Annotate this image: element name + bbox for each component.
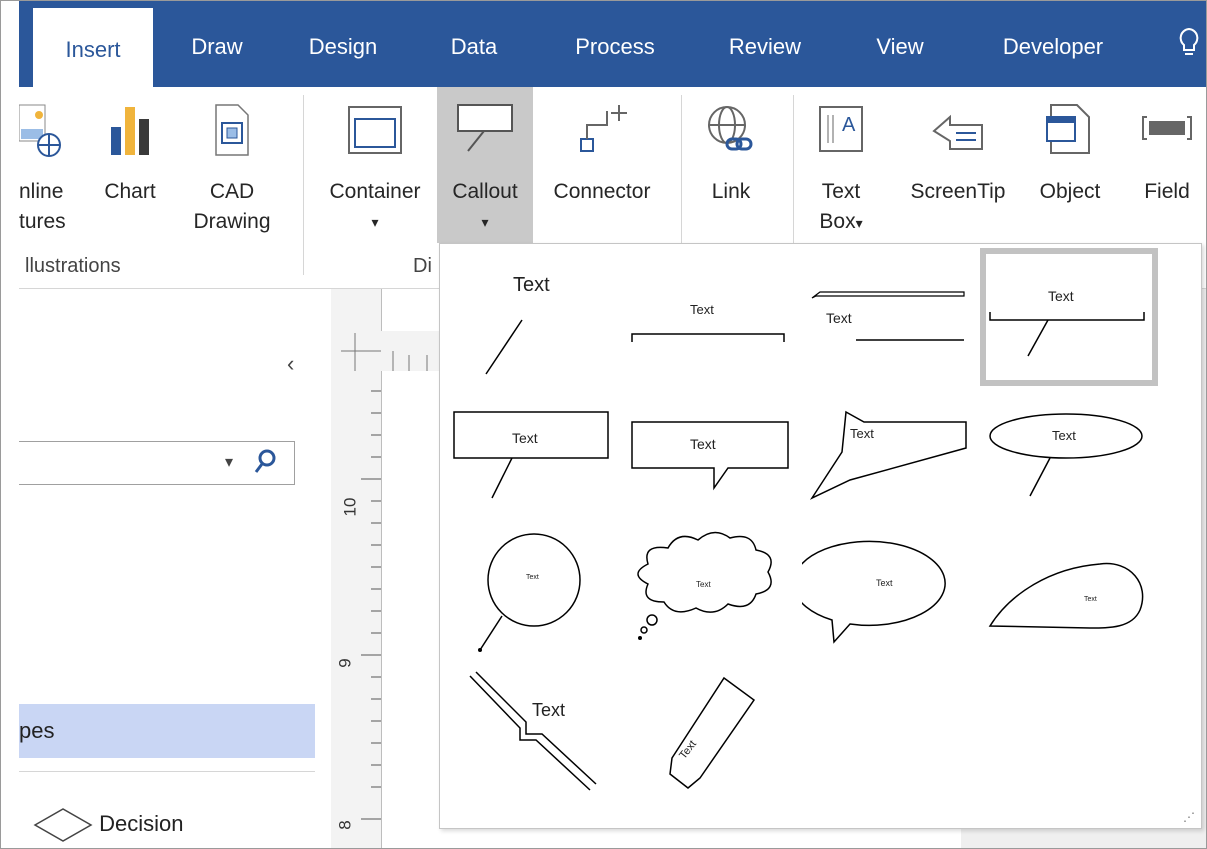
group-divider [303, 95, 304, 275]
callout-gallery: Text Text Text Text Text Text Text Text … [439, 243, 1202, 829]
callout-angled[interactable]: Text [802, 400, 972, 510]
field-icon [1142, 116, 1192, 140]
online-pictures-button[interactable]: nline tures [19, 101, 81, 251]
callout-tag[interactable]: Text [624, 664, 794, 804]
tab-insert[interactable]: Insert [33, 1, 153, 88]
connector-button[interactable]: Connector [537, 101, 667, 237]
dropdown-arrow-icon: ▾ [855, 215, 863, 231]
group-label-diagram-parts: Di [413, 255, 432, 277]
callout-speech-oval[interactable]: Text [802, 524, 972, 664]
search-icon[interactable] [253, 448, 277, 476]
cad-drawing-button[interactable]: CAD Drawing [177, 101, 287, 251]
tab-design[interactable]: Design [295, 1, 391, 87]
callout-speech-rectangle[interactable]: Text [624, 400, 794, 510]
callout-rectangle[interactable]: Text [440, 400, 620, 510]
search-dropdown-arrow-icon[interactable]: ▾ [225, 452, 233, 472]
collapse-pane-chevron-icon[interactable]: ‹ [287, 351, 294, 377]
shapes-pane: ‹ ▾ pes Decision [19, 289, 317, 848]
ruler-ticks [361, 368, 381, 820]
callout-oval[interactable]: Text [980, 400, 1158, 510]
ruler-label: 9 [335, 658, 355, 668]
tab-view[interactable]: View [865, 1, 935, 87]
ruler-label: 10 [340, 497, 360, 517]
dropdown-arrow-icon: ▾ [371, 214, 379, 230]
callout-button[interactable]: Callout ▾ [437, 87, 533, 243]
online-pictures-icon [19, 104, 61, 157]
vertical-ruler [331, 289, 382, 848]
divider [19, 771, 315, 772]
drawing-canvas[interactable] [382, 371, 442, 848]
cad-drawing-icon [215, 104, 249, 156]
container-button[interactable]: Container ▾ [315, 101, 435, 237]
callout-bracket-line-selected[interactable]: Text [980, 248, 1158, 386]
callout-teardrop[interactable]: Text [980, 524, 1158, 664]
callout-bracket-top[interactable]: Text [624, 254, 794, 394]
chart-icon [111, 107, 149, 155]
callout-cloud[interactable]: Text [624, 524, 794, 664]
object-button[interactable]: Object [1025, 101, 1115, 237]
link-button[interactable]: Link [691, 101, 771, 237]
screentip-button[interactable]: ScreenTip [895, 101, 1021, 237]
object-icon [1046, 104, 1090, 154]
field-button[interactable]: Field [1127, 101, 1206, 237]
shape-decision[interactable]: Decision [33, 807, 184, 843]
stencil-item-selected[interactable]: pes [19, 704, 315, 758]
text-box-button[interactable]: A Text Box▾ [803, 101, 879, 251]
resize-grip-icon[interactable]: ⋰ [1183, 810, 1195, 824]
search-shapes-input[interactable]: ▾ [19, 441, 295, 485]
text-box-icon: A [819, 106, 863, 152]
callout-simple[interactable]: Text [440, 254, 620, 394]
chart-button[interactable]: Chart [95, 101, 165, 251]
container-icon [348, 106, 402, 154]
group-label-illustrations: llustrations [25, 255, 121, 277]
callout-circle[interactable]: Text [440, 524, 620, 664]
ribbon-tab-bar: Insert Draw Design Data Process Review V… [19, 1, 1206, 88]
tab-draw[interactable]: Draw [179, 1, 255, 87]
ruler-label: 8 [335, 820, 355, 830]
visio-window: Insert Draw Design Data Process Review V… [0, 0, 1207, 849]
tell-me-lightbulb-icon[interactable] [1169, 1, 1206, 87]
dropdown-arrow-icon: ▾ [481, 214, 489, 230]
tab-review[interactable]: Review [715, 1, 815, 87]
decision-diamond-icon [33, 808, 93, 842]
connector-icon [580, 105, 627, 152]
callout-side-line[interactable]: Text [802, 254, 972, 394]
tab-developer[interactable]: Developer [985, 1, 1121, 87]
callout-icon [457, 104, 513, 152]
left-edge [1, 1, 19, 848]
horizontal-ruler [331, 331, 441, 371]
tab-process[interactable]: Process [559, 1, 671, 87]
svg-text:A: A [842, 114, 856, 136]
callout-zigzag-line[interactable]: Text [440, 664, 620, 804]
link-icon [708, 106, 753, 151]
ruler-ticks [341, 333, 428, 371]
screentip-icon [932, 114, 983, 150]
tab-data[interactable]: Data [439, 1, 509, 87]
